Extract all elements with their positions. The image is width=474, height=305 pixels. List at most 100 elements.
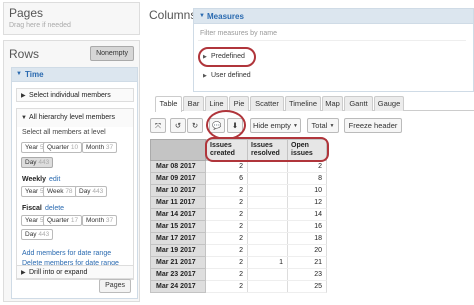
predefined-label: Predefined — [211, 53, 245, 60]
table-row-header[interactable]: Mar 09 2017 — [150, 173, 206, 185]
table-cell-created: 2 — [206, 209, 248, 221]
weekly-level-day[interactable]: Day 443 — [75, 186, 108, 197]
caret-down-icon: ▼ — [329, 123, 335, 129]
table-row-header[interactable]: Mar 23 2017 — [150, 269, 206, 281]
table-cell-resolved — [247, 185, 288, 197]
table-cell-resolved — [247, 233, 288, 245]
table-row-header[interactable]: Mar 24 2017 — [150, 281, 206, 293]
weekly-label: Weekly — [22, 176, 46, 183]
tab-gantt[interactable]: Gantt — [344, 96, 373, 111]
user-defined-label: User defined — [211, 72, 251, 79]
time-dimension-header[interactable]: ▼ Time — [12, 68, 137, 82]
tab-gauge[interactable]: Gauge — [374, 96, 404, 111]
table-cell-open: 12 — [287, 197, 327, 209]
fiscal-delete-link[interactable]: delete — [45, 205, 64, 212]
table-row-header[interactable]: Mar 15 2017 — [150, 221, 206, 233]
redo-button[interactable]: ↻ — [187, 118, 203, 133]
time-dimension-panel: ▼ Time ▶ Select individual members ▼ All… — [11, 67, 138, 299]
table-row-header[interactable]: Mar 14 2017 — [150, 209, 206, 221]
table-cell-resolved — [247, 269, 288, 281]
rows-title: Rows — [9, 47, 40, 61]
hierarchy-levels-body: Select all members at level Year 5 Quart… — [16, 127, 134, 280]
table-cell-open: 14 — [287, 209, 327, 221]
table-cell-open: 21 — [287, 257, 327, 269]
undo-button[interactable]: ↺ — [170, 118, 186, 133]
freeze-header-button[interactable]: Freeze header — [344, 118, 402, 133]
tab-bar[interactable]: Bar — [183, 96, 204, 111]
expand-arrows-icon: ⤧ — [155, 121, 161, 130]
fiscal-level-quarter[interactable]: Quarter 17 — [43, 215, 83, 226]
time-dimension-label: Time — [25, 70, 44, 79]
select-all-at-level-label: Select all members at level — [22, 129, 106, 136]
table-row-header[interactable]: Mar 11 2017 — [150, 197, 206, 209]
table-row-header[interactable]: Mar 10 2017 — [150, 185, 206, 197]
weekly-level-week[interactable]: Week 78 — [43, 186, 77, 197]
table-row-header[interactable]: Mar 19 2017 — [150, 245, 206, 257]
table-cell-open: 20 — [287, 245, 327, 257]
fiscal-label: Fiscal — [22, 205, 42, 212]
tab-scatter[interactable]: Scatter — [250, 96, 284, 111]
table-cell-created: 2 — [206, 245, 248, 257]
all-hierarchy-members-section[interactable]: ▼ All hierarchy level members — [16, 108, 134, 127]
drill-into-expand-section[interactable]: ▶ Drill into or expand — [16, 265, 134, 279]
table-cell-resolved — [247, 281, 288, 293]
fullscreen-button[interactable]: ⤧ — [150, 118, 166, 133]
caret-right-icon: ▶ — [21, 270, 26, 276]
tab-map[interactable]: Map — [322, 96, 343, 111]
pages-title: Pages — [9, 6, 44, 20]
table-corner — [150, 139, 206, 161]
table-row-header[interactable]: Mar 17 2017 — [150, 233, 206, 245]
table-cell-resolved — [247, 245, 288, 257]
table-cell-open: 8 — [287, 173, 327, 185]
table-cell-created: 2 — [206, 221, 248, 233]
table-cell-open: 10 — [287, 185, 327, 197]
fiscal-level-month[interactable]: Month 37 — [82, 215, 118, 226]
caret-right-icon: ▶ — [203, 54, 207, 60]
user-defined-measures-row[interactable]: ▶ User defined — [198, 69, 466, 83]
weekly-edit-link[interactable]: edit — [49, 176, 60, 183]
columns-title: Columns — [149, 8, 197, 22]
table-cell-created: 2 — [206, 269, 248, 281]
redo-icon: ↻ — [191, 121, 199, 130]
table-cell-resolved: 1 — [247, 257, 288, 269]
table-cell-created: 2 — [206, 281, 248, 293]
pages-dropzone[interactable]: Pages Drag here if needed — [3, 2, 140, 35]
measures-panel: ▼ Measures Filter measures by name ▶ Pre… — [193, 8, 474, 92]
table-cell-open: 16 — [287, 221, 327, 233]
measures-filter-input[interactable]: Filter measures by name — [198, 27, 466, 41]
table-cell-created: 2 — [206, 197, 248, 209]
tab-pie[interactable]: Pie — [229, 96, 249, 111]
tab-timeline[interactable]: Timeline — [285, 96, 321, 111]
level-button-quarter[interactable]: Quarter 10 — [43, 142, 83, 153]
table-cell-created: 2 — [206, 257, 248, 269]
caret-right-icon: ▶ — [203, 73, 207, 79]
undo-icon: ↺ — [174, 121, 182, 130]
table-cell-resolved — [247, 209, 288, 221]
table-cell-resolved — [247, 197, 288, 209]
drill-label: Drill into or expand — [29, 269, 88, 276]
table-cell-resolved — [247, 161, 288, 173]
table-cell-created: 2 — [206, 161, 248, 173]
table-cell-created: 6 — [206, 173, 248, 185]
tab-table[interactable]: Table — [155, 96, 182, 112]
hide-empty-dropdown[interactable]: Hide empty ▼ — [250, 118, 301, 133]
predefined-measures-row[interactable]: ▶ Predefined — [198, 47, 466, 67]
report-table: Issues created Issues resolved Open issu… — [150, 139, 330, 305]
tab-line[interactable]: Line — [205, 96, 228, 111]
add-members-date-range-link[interactable]: Add members for date range — [22, 250, 111, 257]
measures-header[interactable]: ▼ Measures — [194, 9, 473, 24]
select-individual-members-section[interactable]: ▶ Select individual members — [16, 88, 134, 102]
pages-button[interactable]: Pages — [99, 279, 131, 293]
caret-down-icon: ▼ — [199, 13, 205, 19]
table-row-header[interactable]: Mar 08 2017 — [150, 161, 206, 173]
total-dropdown[interactable]: Total ▼ — [307, 118, 339, 133]
highlight-ring — [205, 137, 329, 162]
pages-hint: Drag here if needed — [9, 22, 71, 29]
fiscal-level-day[interactable]: Day 443 — [21, 229, 54, 240]
level-button-month[interactable]: Month 37 — [82, 142, 118, 153]
caret-down-icon: ▼ — [21, 115, 27, 121]
level-button-day[interactable]: Day 443 — [21, 157, 54, 168]
table-row-header[interactable]: Mar 21 2017 — [150, 257, 206, 269]
rows-panel: Rows Nonempty ▼ Time ▶ Select individual… — [3, 40, 140, 302]
nonempty-button[interactable]: Nonempty — [90, 46, 134, 61]
